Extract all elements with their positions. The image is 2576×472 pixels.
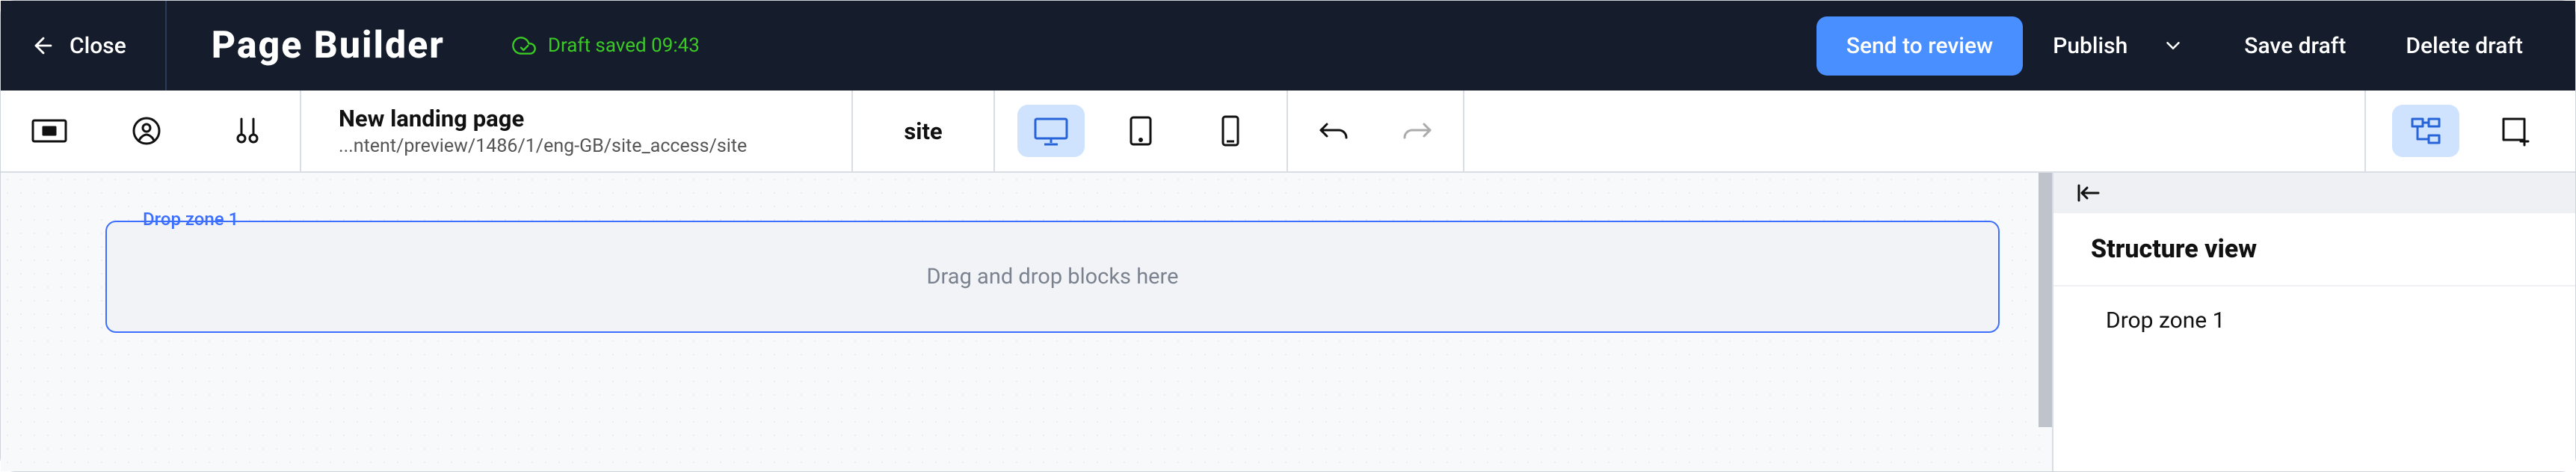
undo-icon (1318, 118, 1349, 144)
desktop-preview-button[interactable] (1017, 105, 1085, 157)
save-draft-button[interactable]: Save draft (2244, 33, 2346, 59)
chevron-down-icon (2162, 34, 2184, 57)
save-status: Draft saved 09:43 (512, 34, 700, 58)
drop-zone-placeholder: Drag and drop blocks here (927, 264, 1179, 289)
panel-title: Structure view (2053, 213, 2575, 286)
page-path: ...ntent/preview/1486/1/eng-GB/site_acce… (339, 135, 814, 157)
add-block-button[interactable] (2482, 105, 2549, 157)
collapse-left-icon (2076, 183, 2101, 203)
canvas-scrollbar[interactable] (2039, 173, 2052, 427)
redo-icon (1402, 118, 1433, 144)
page-info[interactable]: New landing page ...ntent/preview/1486/1… (300, 91, 853, 171)
layout-tool-button[interactable] (1, 91, 98, 171)
right-tools-group (2364, 91, 2575, 171)
structure-panel: Structure view Drop zone 1 (2052, 173, 2575, 471)
save-status-text: Draft saved 09:43 (548, 34, 700, 57)
cloud-check-icon (512, 34, 536, 58)
panel-collapse-button[interactable] (2053, 173, 2575, 213)
panel-item-dropzone-1[interactable]: Drop zone 1 (2053, 286, 2575, 355)
publish-label: Publish (2053, 33, 2127, 59)
drop-zone-label: Drop zone 1 (137, 209, 244, 230)
app-header: Close Page Builder Draft saved 09:43 Sen… (1, 1, 2575, 91)
arrow-left-icon (31, 33, 56, 58)
close-button[interactable]: Close (1, 1, 167, 91)
undo-button[interactable] (1318, 118, 1349, 144)
delete-draft-button[interactable]: Delete draft (2406, 33, 2523, 59)
timeline-icon (231, 114, 264, 147)
toolbar: New landing page ...ntent/preview/1486/1… (1, 91, 2575, 173)
publish-button[interactable]: Publish (2053, 33, 2184, 59)
structure-view-button[interactable] (2392, 105, 2459, 157)
tablet-icon (1127, 114, 1154, 147)
mobile-icon (1218, 114, 1242, 147)
add-square-icon (2500, 115, 2531, 147)
desktop-icon (1032, 114, 1070, 147)
layout-icon (31, 116, 68, 146)
page-title: New landing page (339, 105, 814, 132)
tablet-preview-button[interactable] (1107, 105, 1174, 157)
user-target-icon (130, 114, 163, 147)
tree-icon (2409, 116, 2442, 146)
drop-zone-1[interactable]: Drop zone 1 Drag and drop blocks here (105, 221, 2000, 333)
close-label: Close (70, 33, 126, 59)
app-title: Page Builder (167, 24, 445, 67)
workspace: Drop zone 1 Drag and drop blocks here St… (1, 173, 2575, 471)
site-selector[interactable]: site (853, 91, 995, 171)
timeline-tool-button[interactable] (195, 91, 300, 171)
redo-button[interactable] (1402, 118, 1433, 144)
history-group (1288, 91, 1464, 171)
mobile-preview-button[interactable] (1197, 105, 1264, 157)
device-preview-group (995, 91, 1288, 171)
focus-tool-button[interactable] (98, 91, 195, 171)
canvas-area[interactable]: Drop zone 1 Drag and drop blocks here (1, 173, 2052, 471)
send-to-review-button[interactable]: Send to review (1817, 16, 2023, 76)
